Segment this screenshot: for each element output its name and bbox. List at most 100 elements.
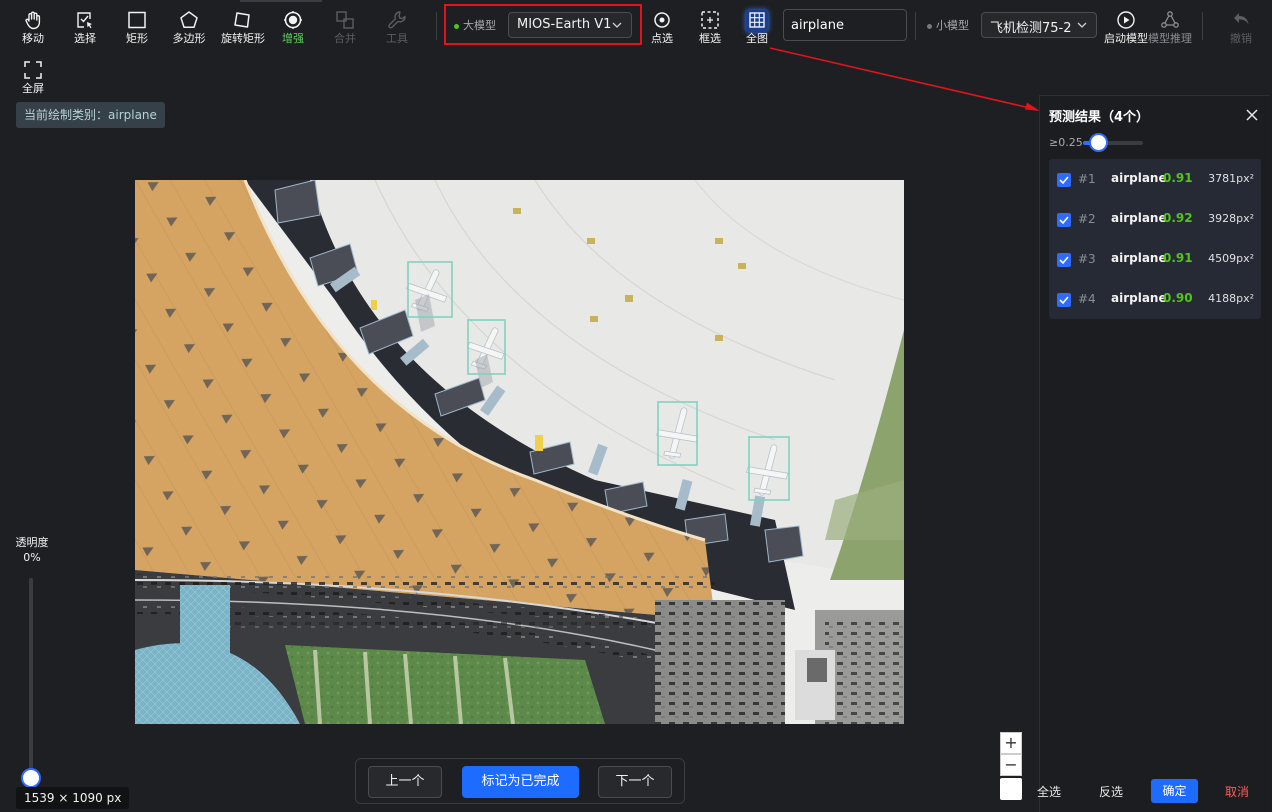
result-label: airplane	[1111, 291, 1167, 305]
chevron-down-icon	[612, 22, 622, 28]
network-icon	[1161, 11, 1179, 28]
result-row[interactable]: #1 airplane 0.91 3781px²	[1049, 159, 1261, 199]
rectangle-tool-button[interactable]: 矩形	[114, 8, 160, 48]
chevron-down-icon	[1077, 22, 1087, 28]
result-checkbox[interactable]	[1057, 213, 1071, 227]
image-size-badge: 1539 × 1090 px	[16, 787, 130, 809]
result-checkbox[interactable]	[1057, 253, 1071, 267]
result-label: airplane	[1111, 251, 1167, 265]
enhance-tool-button[interactable]: 增强	[270, 8, 316, 48]
rotated-rectangle-tool-button[interactable]: 旋转矩形	[220, 8, 266, 48]
result-id: #1	[1078, 172, 1096, 186]
opacity-label: 透明度 0%	[10, 535, 54, 565]
merge-tool-button[interactable]: 合并	[322, 8, 368, 48]
result-id: #4	[1078, 292, 1096, 306]
result-id: #3	[1078, 252, 1096, 266]
prev-button[interactable]: 上一个	[368, 766, 442, 798]
zoom-out-button[interactable]: −	[1000, 754, 1022, 776]
select-all-checkbox[interactable]	[1000, 778, 1022, 800]
result-area: 3928px²	[1208, 212, 1254, 225]
check-icon	[1059, 256, 1069, 265]
confirm-button[interactable]: 确定	[1151, 779, 1198, 803]
check-icon	[1059, 216, 1069, 225]
large-model-select[interactable]: MIOS-Earth V1	[508, 12, 632, 38]
select-icon	[77, 12, 92, 29]
next-button[interactable]: 下一个	[598, 766, 672, 798]
prediction-results-panel: 预测结果（4个） ≥0.25 #1 airplane 0.91 3781px² …	[1039, 95, 1270, 812]
rotated-rectangle-tool-label: 旋转矩形	[221, 32, 265, 45]
move-tool-label: 移动	[22, 32, 44, 45]
panel-title: 预测结果（4个）	[1049, 110, 1150, 125]
invert-selection-link[interactable]: 反选	[1099, 783, 1123, 800]
polygon-tool-button[interactable]: 多边形	[166, 8, 212, 48]
tools-label: 工具	[386, 32, 408, 45]
rectangle-icon	[128, 11, 146, 29]
enhance-icon	[284, 11, 302, 29]
result-id: #2	[1078, 212, 1096, 226]
start-model-button[interactable]: 启动模型	[1103, 8, 1149, 48]
threshold-slider-handle[interactable]	[1089, 133, 1108, 152]
aerial-image	[135, 180, 904, 724]
close-icon[interactable]	[1245, 108, 1259, 122]
cancel-link[interactable]: 取消	[1225, 783, 1249, 800]
small-model-label: 小模型	[927, 17, 969, 33]
opacity-value: 0%	[23, 551, 41, 564]
opacity-title: 透明度	[15, 536, 49, 549]
result-area: 4509px²	[1208, 252, 1254, 265]
rotated-rectangle-icon	[234, 12, 250, 28]
model-inference-button[interactable]: 模型推理	[1147, 8, 1193, 48]
fullscreen-button[interactable]: 全屏	[10, 58, 56, 98]
fullscreen-icon	[24, 61, 42, 79]
select-tool-button[interactable]: 选择	[62, 8, 108, 48]
dashed-box-icon	[701, 11, 719, 29]
fullscreen-label: 全屏	[22, 82, 44, 95]
result-score: 0.91	[1163, 171, 1193, 185]
opacity-slider-handle[interactable]	[21, 768, 41, 788]
large-model-select-value: MIOS-Earth V1	[517, 17, 612, 32]
status-dot-icon	[454, 23, 459, 29]
opacity-slider-track[interactable]	[29, 578, 33, 774]
undo-button[interactable]: 撤销	[1218, 8, 1264, 48]
result-score: 0.91	[1163, 251, 1193, 265]
hand-icon	[25, 11, 41, 30]
result-row[interactable]: #2 airplane 0.92 3928px²	[1049, 199, 1261, 239]
point-select-button[interactable]: 点选	[639, 8, 685, 48]
merge-tool-label: 合并	[334, 32, 356, 45]
class-name-input[interactable]	[783, 9, 907, 41]
result-label: airplane	[1111, 171, 1167, 185]
result-row[interactable]: #4 airplane 0.90 4188px²	[1049, 279, 1261, 319]
model-inference-label: 模型推理	[1148, 32, 1192, 45]
box-select-label: 框选	[699, 32, 721, 45]
small-model-select-value: 飞机检测75-2	[990, 21, 1072, 36]
toolbar-tab-indicator	[240, 0, 322, 2]
check-icon	[1059, 296, 1069, 305]
polygon-tool-label: 多边形	[172, 32, 206, 45]
select-all-link[interactable]: 全选	[1037, 783, 1061, 800]
result-label: airplane	[1111, 211, 1167, 225]
current-category-badge: 当前绘制类别：airplane	[16, 102, 165, 128]
box-select-button[interactable]: 框选	[687, 8, 733, 48]
large-model-label: 大模型	[454, 17, 496, 33]
result-row[interactable]: #3 airplane 0.91 4509px²	[1049, 239, 1261, 279]
select-tool-label: 选择	[74, 32, 96, 45]
zoom-in-button[interactable]: +	[1000, 732, 1022, 754]
full-image-button[interactable]: 全图	[734, 8, 780, 48]
undo-label: 撤销	[1230, 32, 1252, 45]
start-model-label: 启动模型	[1104, 32, 1148, 45]
result-checkbox[interactable]	[1057, 173, 1071, 187]
result-score: 0.92	[1163, 211, 1193, 225]
wrench-icon	[388, 11, 406, 29]
result-score: 0.90	[1163, 291, 1193, 305]
rectangle-tool-label: 矩形	[126, 32, 148, 45]
move-tool-button[interactable]: 移动	[10, 8, 56, 48]
result-checkbox[interactable]	[1057, 293, 1071, 307]
tools-button[interactable]: 工具	[374, 8, 420, 48]
result-list: #1 airplane 0.91 3781px² #2 airplane 0.9…	[1049, 159, 1261, 319]
pentagon-icon	[180, 11, 198, 29]
play-circle-icon	[1117, 11, 1135, 29]
result-area: 3781px²	[1208, 172, 1254, 185]
small-model-select[interactable]: 飞机检测75-2	[981, 12, 1097, 38]
mark-done-button[interactable]: 标记为已完成	[462, 766, 579, 798]
image-canvas[interactable]	[135, 180, 904, 724]
toolbar-divider	[1202, 12, 1203, 40]
